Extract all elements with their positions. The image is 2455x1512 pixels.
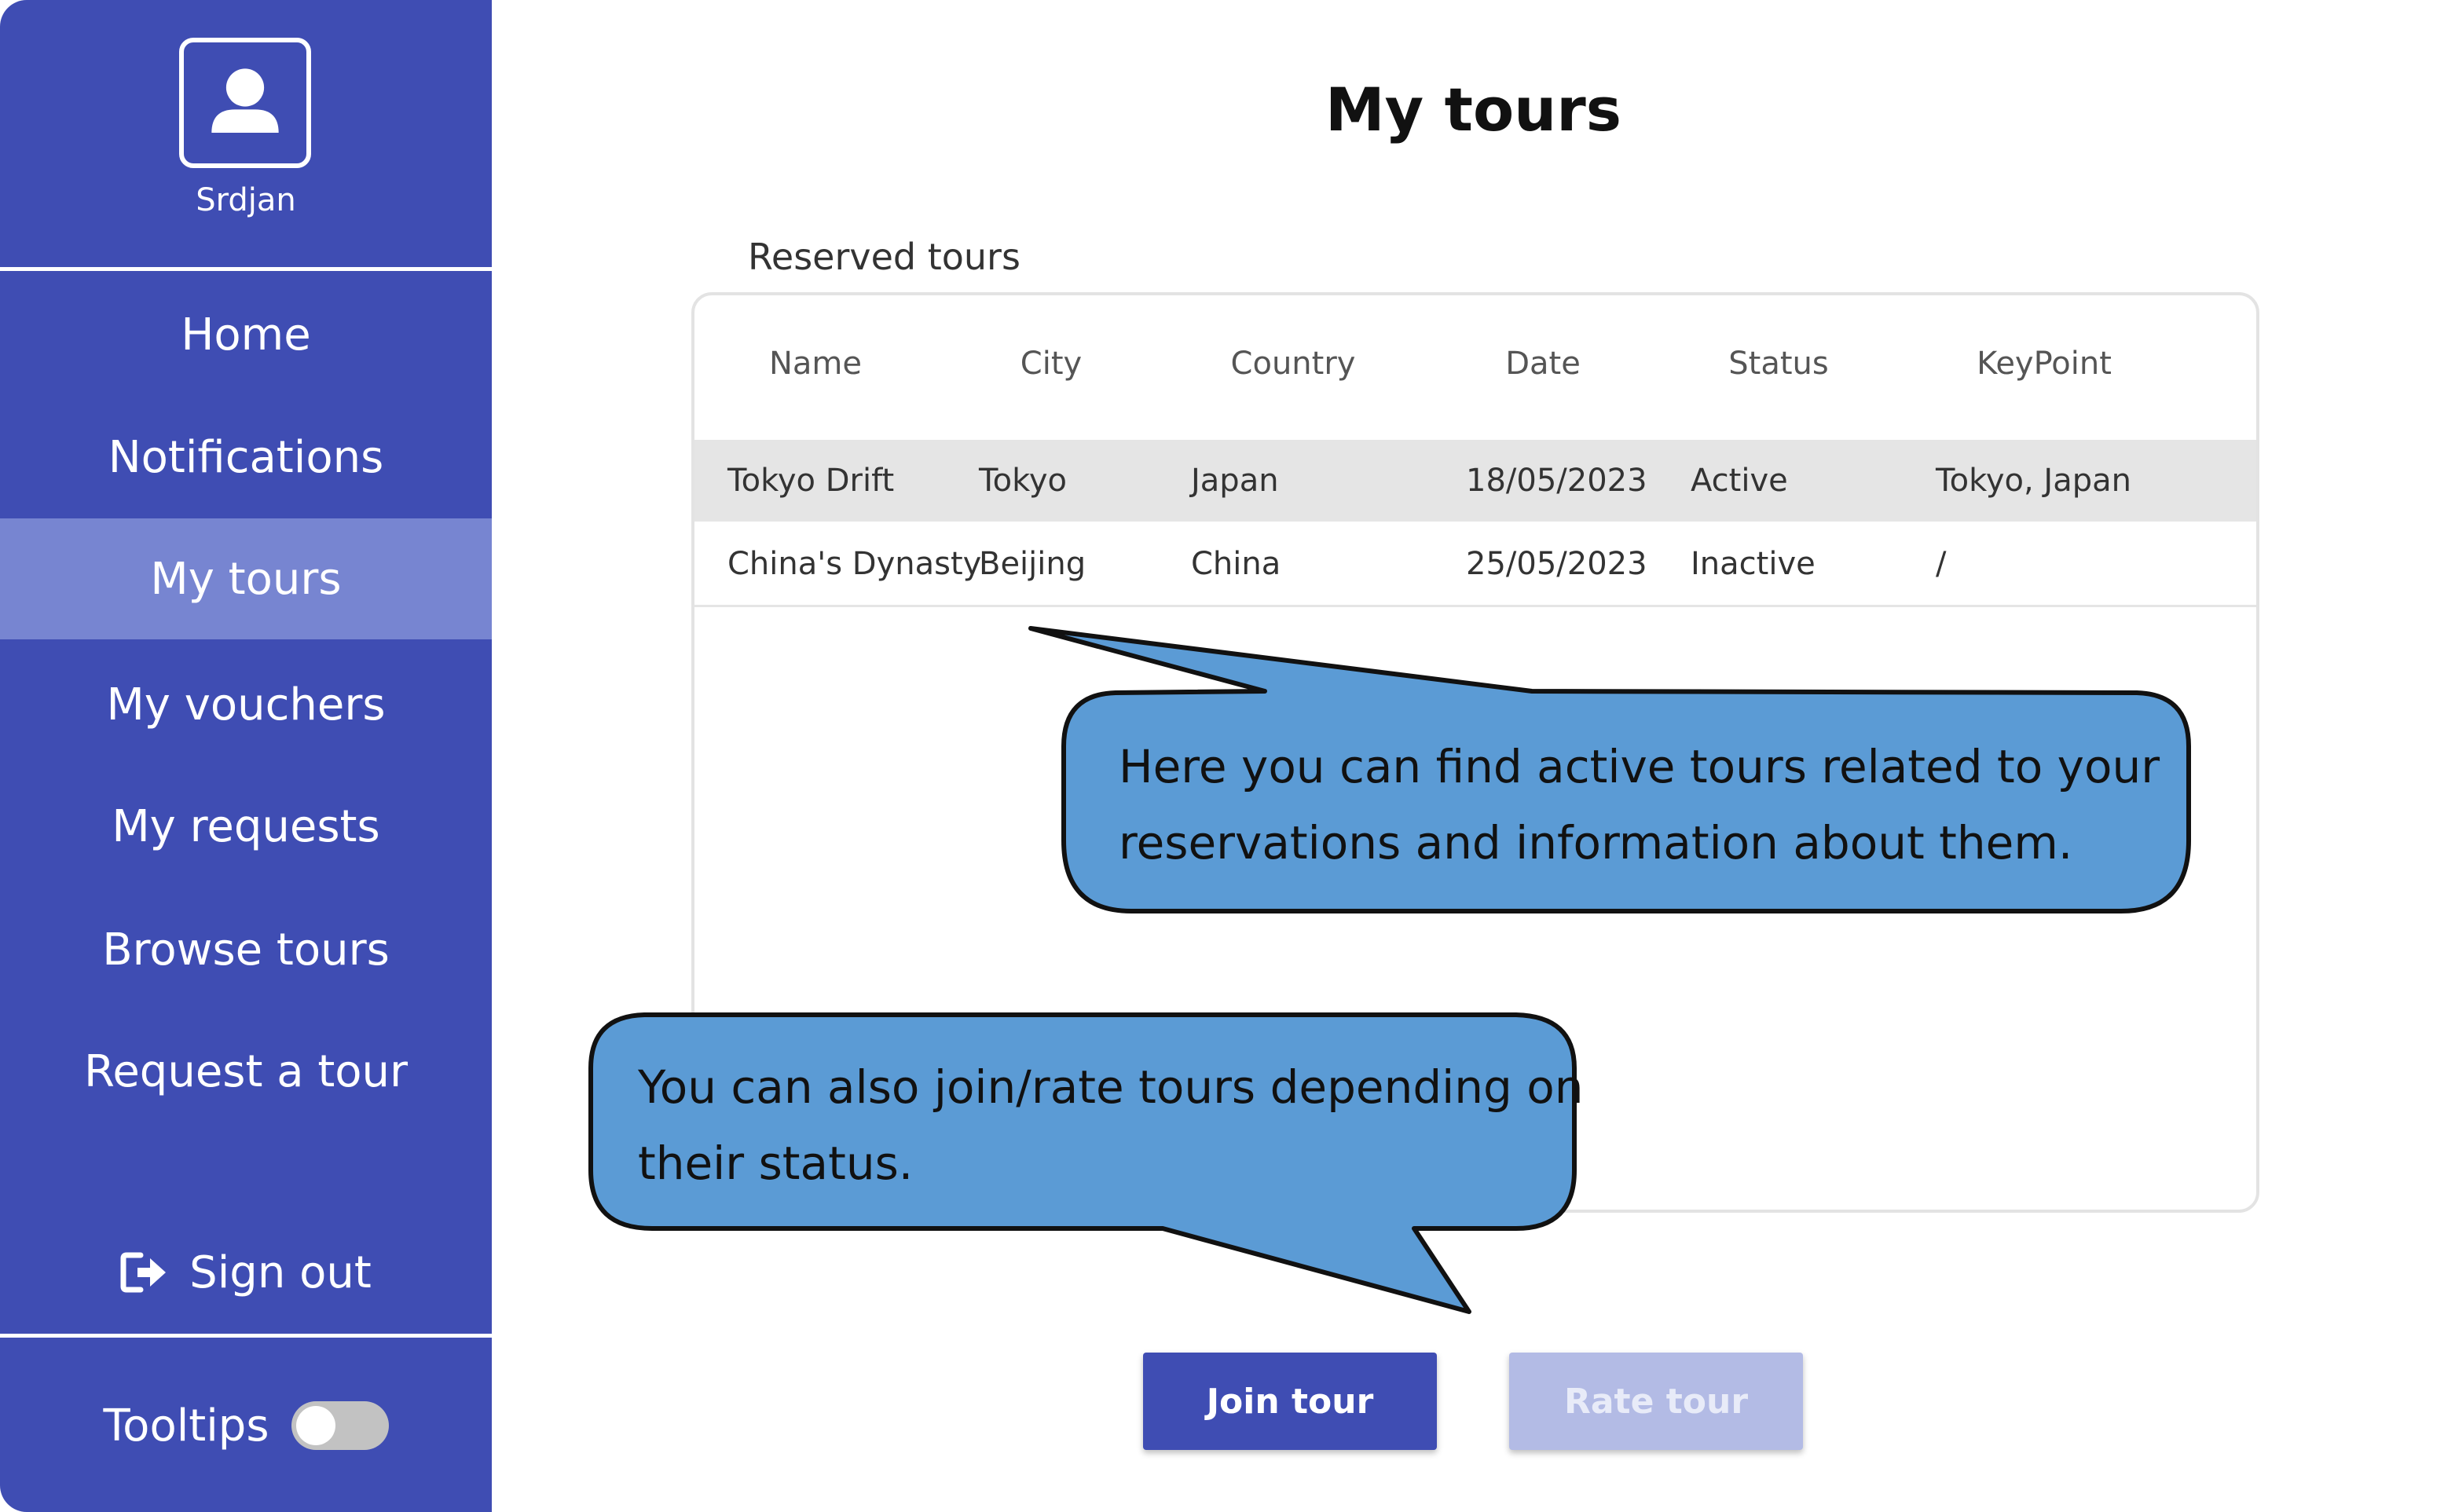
table-cell: Tokyo [979,463,1067,499]
table-cell: Japan [1191,463,1279,499]
callout-line: You can also join/rate tours depending o… [638,1060,1584,1114]
callout-text-actions: You can also join/rate tours depending o… [638,1049,1584,1202]
tooltips-label: Tooltips [103,1400,269,1452]
table-cell: Inactive [1691,546,1816,582]
callout-text-info: Here you can find active tours related t… [1119,729,2160,881]
app-window: Srdjan Home Notifications My tours My vo… [0,0,2455,1512]
sidebar-item-my-vouchers[interactable]: My vouchers [0,644,492,765]
table-cell: Tokyo, Japan [1936,463,2131,499]
table-cell: Tokyo Drift [727,463,895,499]
profile-section: Srdjan [0,0,492,267]
sidebar-item-my-requests[interactable]: My requests [0,766,492,887]
callout-line: their status. [638,1137,914,1190]
username: Srdjan [196,182,296,218]
sidebar: Srdjan Home Notifications My tours My vo… [0,0,492,1512]
table-cell: 25/05/2023 [1466,546,1647,582]
join-tour-button[interactable]: Join tour [1143,1353,1437,1450]
column-header-status[interactable]: Status [1728,346,1828,382]
table-cell: Beijing [979,546,1086,582]
column-header-country[interactable]: Country [1231,346,1356,382]
page-title: My tours [1325,75,1621,145]
table-cell: China [1191,546,1281,582]
callout-line: Here you can find active tours related t… [1119,740,2160,793]
sign-out-button[interactable]: Sign out [0,1225,492,1320]
sidebar-divider [0,267,492,271]
tooltips-toggle[interactable] [291,1401,389,1450]
table-cell: China's Dynasty [727,546,982,582]
column-header-keypoint[interactable]: KeyPoint [1977,346,2112,382]
sign-out-icon [120,1252,167,1293]
user-avatar-icon[interactable] [179,38,311,168]
sidebar-item-notifications[interactable]: Notifications [0,397,492,518]
toggle-knob [295,1406,335,1445]
row-divider [694,605,2256,607]
sidebar-item-browse-tours[interactable]: Browse tours [0,889,492,1010]
tooltips-setting: Tooltips [0,1382,492,1469]
column-header-city[interactable]: City [1020,346,1082,382]
column-header-date[interactable]: Date [1505,346,1581,382]
section-label: Reserved tours [748,236,1020,278]
rate-tour-button[interactable]: Rate tour [1509,1353,1803,1450]
table-cell: Active [1691,463,1788,499]
sidebar-item-home[interactable]: Home [0,274,492,395]
sidebar-bottom-divider [0,1334,492,1338]
sidebar-item-request-a-tour[interactable]: Request a tour [0,1011,492,1132]
table-cell: / [1936,546,1947,582]
sign-out-label: Sign out [189,1247,372,1298]
table-cell: 18/05/2023 [1466,463,1647,499]
callout-line: reservations and information about them. [1119,816,2073,869]
column-header-name[interactable]: Name [769,346,862,382]
sidebar-item-my-tours[interactable]: My tours [0,518,492,639]
